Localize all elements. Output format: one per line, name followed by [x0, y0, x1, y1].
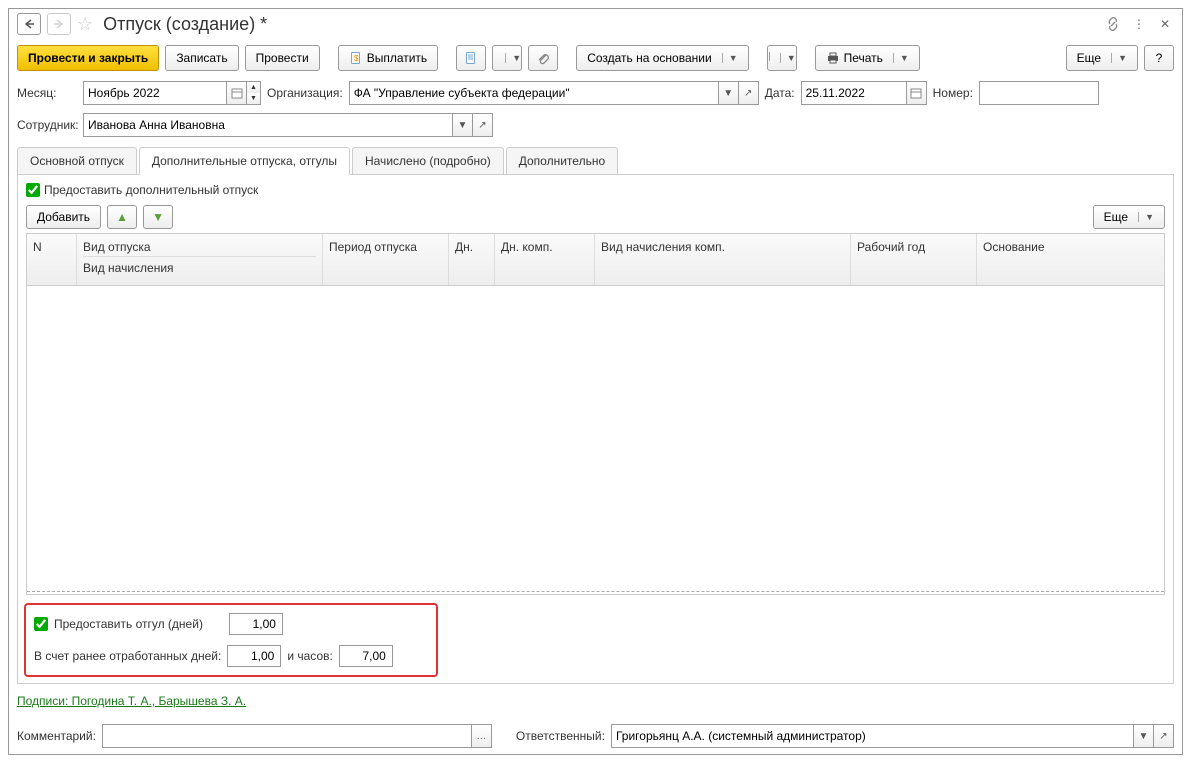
comment-label: Комментарий: [17, 729, 96, 743]
move-down-button[interactable]: ▼ [143, 205, 173, 229]
org-dropdown-button[interactable]: ▼ [719, 81, 739, 105]
signatures-link[interactable]: Подписи: Погодина Т. А., Барышева З. А. [17, 694, 246, 708]
copy-doc-icon: + [768, 51, 770, 65]
pay-label: Выплатить [367, 51, 428, 65]
page-title: Отпуск (создание) * [103, 14, 267, 35]
month-input[interactable] [83, 81, 227, 105]
date-calendar-button[interactable] [907, 81, 927, 105]
save-label: Записать [176, 51, 227, 65]
svg-text:$: $ [354, 54, 359, 63]
chevron-down-icon: ▼ [1138, 212, 1154, 222]
tab-accrued[interactable]: Начислено (подробно) [352, 147, 504, 174]
month-label: Месяц: [17, 86, 77, 100]
more-label: Еще [1077, 51, 1101, 65]
attach-button[interactable] [528, 45, 558, 71]
month-spinner[interactable]: ▲▼ [247, 81, 261, 105]
table-more-button[interactable]: Еще ▼ [1093, 205, 1165, 229]
col-accrual-type: Вид начисления [83, 256, 316, 279]
org-input[interactable] [349, 81, 719, 105]
chevron-down-icon: ▼ [893, 53, 909, 63]
col-days-comp: Дн. комп. [495, 234, 595, 285]
worked-days-input[interactable] [227, 645, 281, 667]
back-button[interactable] [17, 13, 41, 35]
post-and-close-button[interactable]: Провести и закрыть [17, 45, 159, 71]
hours-input[interactable] [339, 645, 393, 667]
responsible-input[interactable] [611, 724, 1134, 748]
date-label: Дата: [765, 86, 795, 100]
responsible-dropdown-button[interactable]: ▼ [1134, 724, 1154, 748]
employee-label: Сотрудник: [17, 118, 77, 132]
link-icon[interactable] [1104, 15, 1122, 33]
printer-icon [826, 51, 840, 65]
document-money-icon: $ [349, 51, 363, 65]
chevron-down-icon: ▼ [722, 53, 738, 63]
tab-main[interactable]: Основной отпуск [17, 147, 137, 174]
paperclip-icon [536, 51, 550, 65]
employee-open-button[interactable]: ↗ [473, 113, 493, 137]
close-icon[interactable]: ✕ [1156, 15, 1174, 33]
document-button[interactable] [456, 45, 486, 71]
calendar-icon[interactable] [227, 81, 247, 105]
col-basis: Основание [977, 234, 1164, 285]
date-input[interactable] [801, 81, 907, 105]
col-type: Вид отпуска [83, 240, 316, 254]
number-input[interactable] [979, 81, 1099, 105]
org-open-button[interactable]: ↗ [739, 81, 759, 105]
worked-days-label: В счет ранее отработанных дней: [34, 649, 221, 663]
pay-button[interactable]: $ Выплатить [338, 45, 439, 71]
create-based-on-label: Создать на основании [587, 51, 712, 65]
more-button[interactable]: Еще ▼ [1066, 45, 1138, 71]
save-button[interactable]: Записать [165, 45, 238, 71]
post-label: Провести [256, 51, 309, 65]
col-comp-type: Вид начисления комп. [595, 234, 851, 285]
chevron-down-icon: ▼ [780, 53, 796, 63]
copy-doc-button[interactable]: + ▼ [767, 45, 797, 71]
pencil-icon [493, 51, 495, 65]
col-period: Период отпуска [323, 234, 449, 285]
forward-button[interactable] [47, 13, 71, 35]
employee-dropdown-button[interactable]: ▼ [453, 113, 473, 137]
chevron-down-icon: ▼ [1111, 53, 1127, 63]
favorite-icon[interactable]: ☆ [77, 14, 93, 35]
dayoff-frame: Предоставить отгул (дней) В счет ранее о… [24, 603, 438, 677]
provide-dayoff-checkbox[interactable] [34, 617, 48, 631]
col-days: Дн. [449, 234, 495, 285]
responsible-open-button[interactable]: ↗ [1154, 724, 1174, 748]
move-up-button[interactable]: ▲ [107, 205, 137, 229]
add-row-label: Добавить [37, 210, 90, 224]
kebab-menu-icon[interactable]: ⋮ [1130, 15, 1148, 33]
help-button[interactable]: ? [1144, 45, 1174, 71]
chevron-down-icon: ▼ [505, 53, 521, 63]
provide-dayoff-label: Предоставить отгул (дней) [54, 617, 203, 631]
provide-additional-label: Предоставить дополнительный отпуск [44, 183, 258, 197]
responsible-label: Ответственный: [516, 729, 605, 743]
edit-button[interactable]: ▼ [492, 45, 522, 71]
number-label: Номер: [933, 86, 973, 100]
org-label: Организация: [267, 86, 343, 100]
dayoff-days-input[interactable] [229, 613, 283, 635]
comment-input[interactable] [102, 724, 472, 748]
create-based-on-button[interactable]: Создать на основании ▼ [576, 45, 748, 71]
col-n: N [27, 234, 77, 285]
tab-additional[interactable]: Дополнительные отпуска, отгулы [139, 147, 350, 175]
provide-additional-checkbox[interactable] [26, 183, 40, 197]
table-more-label: Еще [1104, 210, 1128, 224]
comment-ellipsis-button[interactable]: … [472, 724, 492, 748]
document-icon [464, 51, 478, 65]
hours-label: и часов: [287, 649, 332, 663]
print-label: Печать [844, 51, 883, 65]
employee-input[interactable] [83, 113, 453, 137]
tab-extra[interactable]: Дополнительно [506, 147, 618, 174]
post-button[interactable]: Провести [245, 45, 320, 71]
col-work-year: Рабочий год [851, 234, 977, 285]
add-row-button[interactable]: Добавить [26, 205, 101, 229]
additional-leave-table[interactable]: N Вид отпуска Вид начисления Период отпу… [26, 233, 1165, 595]
print-button[interactable]: Печать ▼ [815, 45, 920, 71]
post-and-close-label: Провести и закрыть [28, 51, 148, 65]
